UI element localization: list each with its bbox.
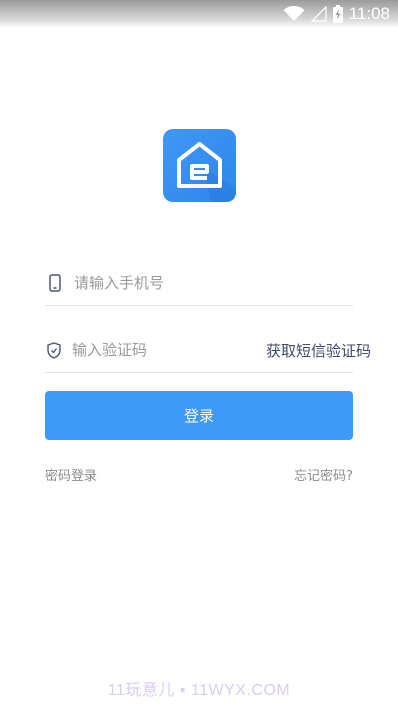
password-login-link[interactable]: 密码登录	[45, 465, 97, 484]
battery-charging-icon	[332, 5, 343, 23]
status-icons: 11:08	[283, 4, 390, 24]
shield-icon	[47, 340, 61, 360]
status-time: 11:08	[348, 4, 390, 23]
code-field-row: 获取短信验证码	[45, 330, 371, 370]
get-code-button[interactable]: 获取短信验证码	[266, 340, 371, 361]
phone-field-row	[45, 263, 353, 303]
phone-icon	[47, 273, 63, 293]
app-logo	[163, 129, 236, 202]
login-button[interactable]: 登录	[45, 391, 353, 440]
forgot-password-link[interactable]: 忘记密码?	[294, 465, 353, 484]
wifi-icon	[283, 6, 305, 22]
watermark: 11玩意儿 • 11WYX.COM	[107, 682, 291, 699]
phone-underline	[45, 305, 353, 306]
code-underline	[45, 372, 353, 373]
signal-icon	[310, 6, 327, 22]
code-input[interactable]	[72, 335, 266, 365]
phone-input[interactable]	[74, 268, 353, 298]
status-bar: 11:08	[0, 0, 398, 28]
